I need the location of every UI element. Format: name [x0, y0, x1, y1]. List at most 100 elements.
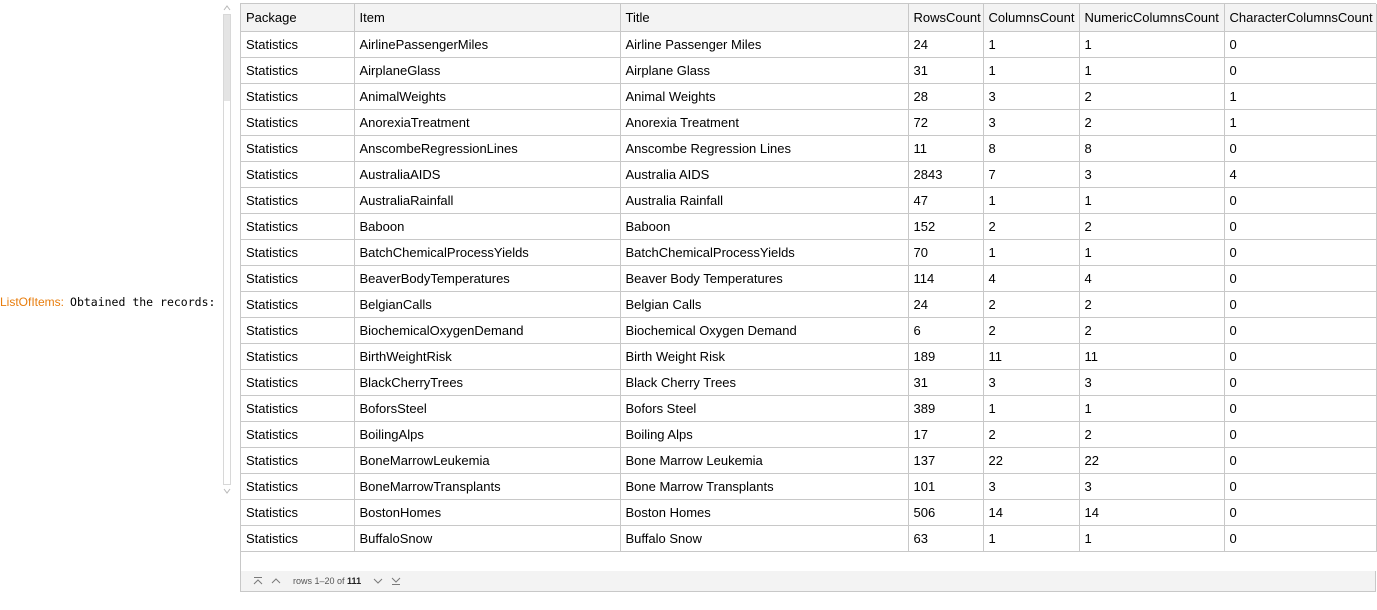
table-cell: BatchChemicalProcessYields [354, 239, 621, 266]
table-cell: Baboon [354, 213, 621, 240]
table-row: Statistics BatchChemicalProcessYields Batc… [241, 239, 1377, 266]
table-cell: 0 [1224, 187, 1377, 214]
table-cell: Black Cherry Trees [620, 369, 909, 396]
table-cell: 2 [1079, 421, 1225, 448]
scroll-track[interactable] [223, 14, 231, 485]
table-cell: 11 [983, 343, 1080, 370]
table-cell: Airplane Glass [620, 57, 909, 84]
table-cell: Statistics [241, 317, 355, 344]
scroll-up-icon[interactable] [222, 3, 232, 13]
table-cell: 0 [1224, 525, 1377, 552]
column-header[interactable]: Item [354, 4, 621, 32]
table-cell: 24 [908, 31, 984, 58]
table-cell: Statistics [241, 135, 355, 162]
table-body: Statistics AirlinePassengerMiles Airline P… [241, 31, 1377, 552]
table-cell: BeaverBodyTemperatures [354, 265, 621, 292]
column-header[interactable]: Package [241, 4, 355, 32]
table-cell: Biochemical Oxygen Demand [620, 317, 909, 344]
table-cell: 14 [983, 499, 1080, 526]
table-cell: BlackCherryTrees [354, 369, 621, 396]
table-cell: 2843 [908, 161, 984, 188]
table-cell: Statistics [241, 31, 355, 58]
table-cell: 2 [1079, 109, 1225, 136]
table-cell: 31 [908, 57, 984, 84]
column-header[interactable]: Title [620, 4, 909, 32]
table-cell: Statistics [241, 109, 355, 136]
table-cell: 2 [983, 421, 1080, 448]
table-row: Statistics BoneMarrowTransplants Bone Marr… [241, 473, 1377, 500]
table-cell: 2 [1079, 291, 1225, 318]
vertical-scrollbar[interactable] [222, 3, 232, 496]
table-cell: 189 [908, 343, 984, 370]
table-row: Statistics BeaverBodyTemperatures Beaver B… [241, 265, 1377, 292]
table-cell: 0 [1224, 421, 1377, 448]
pager-text: rows 1–20 of 111 [293, 576, 361, 586]
table-cell: 4 [1224, 161, 1377, 188]
table-cell: BoneMarrowTransplants [354, 473, 621, 500]
header-row: Package Item Title RowsCount ColumnsCount Num… [241, 4, 1377, 32]
table-cell: Baboon [620, 213, 909, 240]
table-cell: 0 [1224, 57, 1377, 84]
table-cell: BoneMarrowLeukemia [354, 447, 621, 474]
table-cell: 7 [983, 161, 1080, 188]
data-grid: Package Item Title RowsCount ColumnsCount Num… [240, 3, 1377, 571]
table-cell: 3 [983, 369, 1080, 396]
message-tag: ListOfItems: [0, 295, 65, 309]
column-header[interactable]: NumericColumnsCount [1079, 4, 1225, 32]
table-cell: Statistics [241, 239, 355, 266]
table-cell: BostonHomes [354, 499, 621, 526]
pager-prefix: rows 1–20 of [293, 576, 345, 586]
table-cell: Bofors Steel [620, 395, 909, 422]
table-cell: Statistics [241, 525, 355, 552]
table-cell: Statistics [241, 421, 355, 448]
table-cell: 0 [1224, 369, 1377, 396]
table-cell: 70 [908, 239, 984, 266]
table-cell: 1 [983, 395, 1080, 422]
table-cell: 2 [1079, 317, 1225, 344]
next-page-icon[interactable] [369, 576, 387, 586]
table-cell: 3 [1079, 473, 1225, 500]
table-cell: Statistics [241, 499, 355, 526]
column-header[interactable]: CharacterColumnsCount [1224, 4, 1377, 32]
table-cell: 2 [1079, 213, 1225, 240]
last-page-icon[interactable] [387, 576, 405, 586]
table-cell: Boiling Alps [620, 421, 909, 448]
previous-page-icon[interactable] [267, 576, 285, 586]
table-cell: Statistics [241, 83, 355, 110]
table-cell: AirlinePassengerMiles [354, 31, 621, 58]
table-cell: 3 [983, 83, 1080, 110]
scroll-down-icon-svg [223, 488, 231, 494]
table-cell: Statistics [241, 213, 355, 240]
table-cell: 0 [1224, 135, 1377, 162]
first-page-icon[interactable] [249, 576, 267, 586]
table-cell: 0 [1224, 291, 1377, 318]
table-cell: BoforsSteel [354, 395, 621, 422]
table-cell: AnorexiaTreatment [354, 109, 621, 136]
scroll-down-icon[interactable] [222, 486, 232, 496]
table-cell: 47 [908, 187, 984, 214]
table-cell: Belgian Calls [620, 291, 909, 318]
table-row: Statistics BoneMarrowLeukemia Bone Marrow … [241, 447, 1377, 474]
table-cell: 3 [1079, 369, 1225, 396]
column-header[interactable]: ColumnsCount [983, 4, 1080, 32]
table-cell: 2 [983, 317, 1080, 344]
table-cell: BuffaloSnow [354, 525, 621, 552]
scroll-thumb[interactable] [224, 15, 230, 101]
table-cell: BirthWeightRisk [354, 343, 621, 370]
table-cell: 8 [983, 135, 1080, 162]
table-cell: 72 [908, 109, 984, 136]
table-cell: AirplaneGlass [354, 57, 621, 84]
table-cell: 1 [1079, 395, 1225, 422]
column-header[interactable]: RowsCount [908, 4, 984, 32]
table-cell: 1 [983, 239, 1080, 266]
table-cell: Boston Homes [620, 499, 909, 526]
table-cell: 506 [908, 499, 984, 526]
table-row: Statistics AnimalWeights Animal Weights 28 3… [241, 83, 1377, 110]
table-cell: 0 [1224, 213, 1377, 240]
table-cell: AnscombeRegressionLines [354, 135, 621, 162]
table-row: Statistics BuffaloSnow Buffalo Snow 63 1 1 0 [241, 525, 1377, 552]
table-cell: Birth Weight Risk [620, 343, 909, 370]
pager-total: 111 [347, 576, 362, 586]
table-cell: 1 [1079, 31, 1225, 58]
table-cell: 14 [1079, 499, 1225, 526]
